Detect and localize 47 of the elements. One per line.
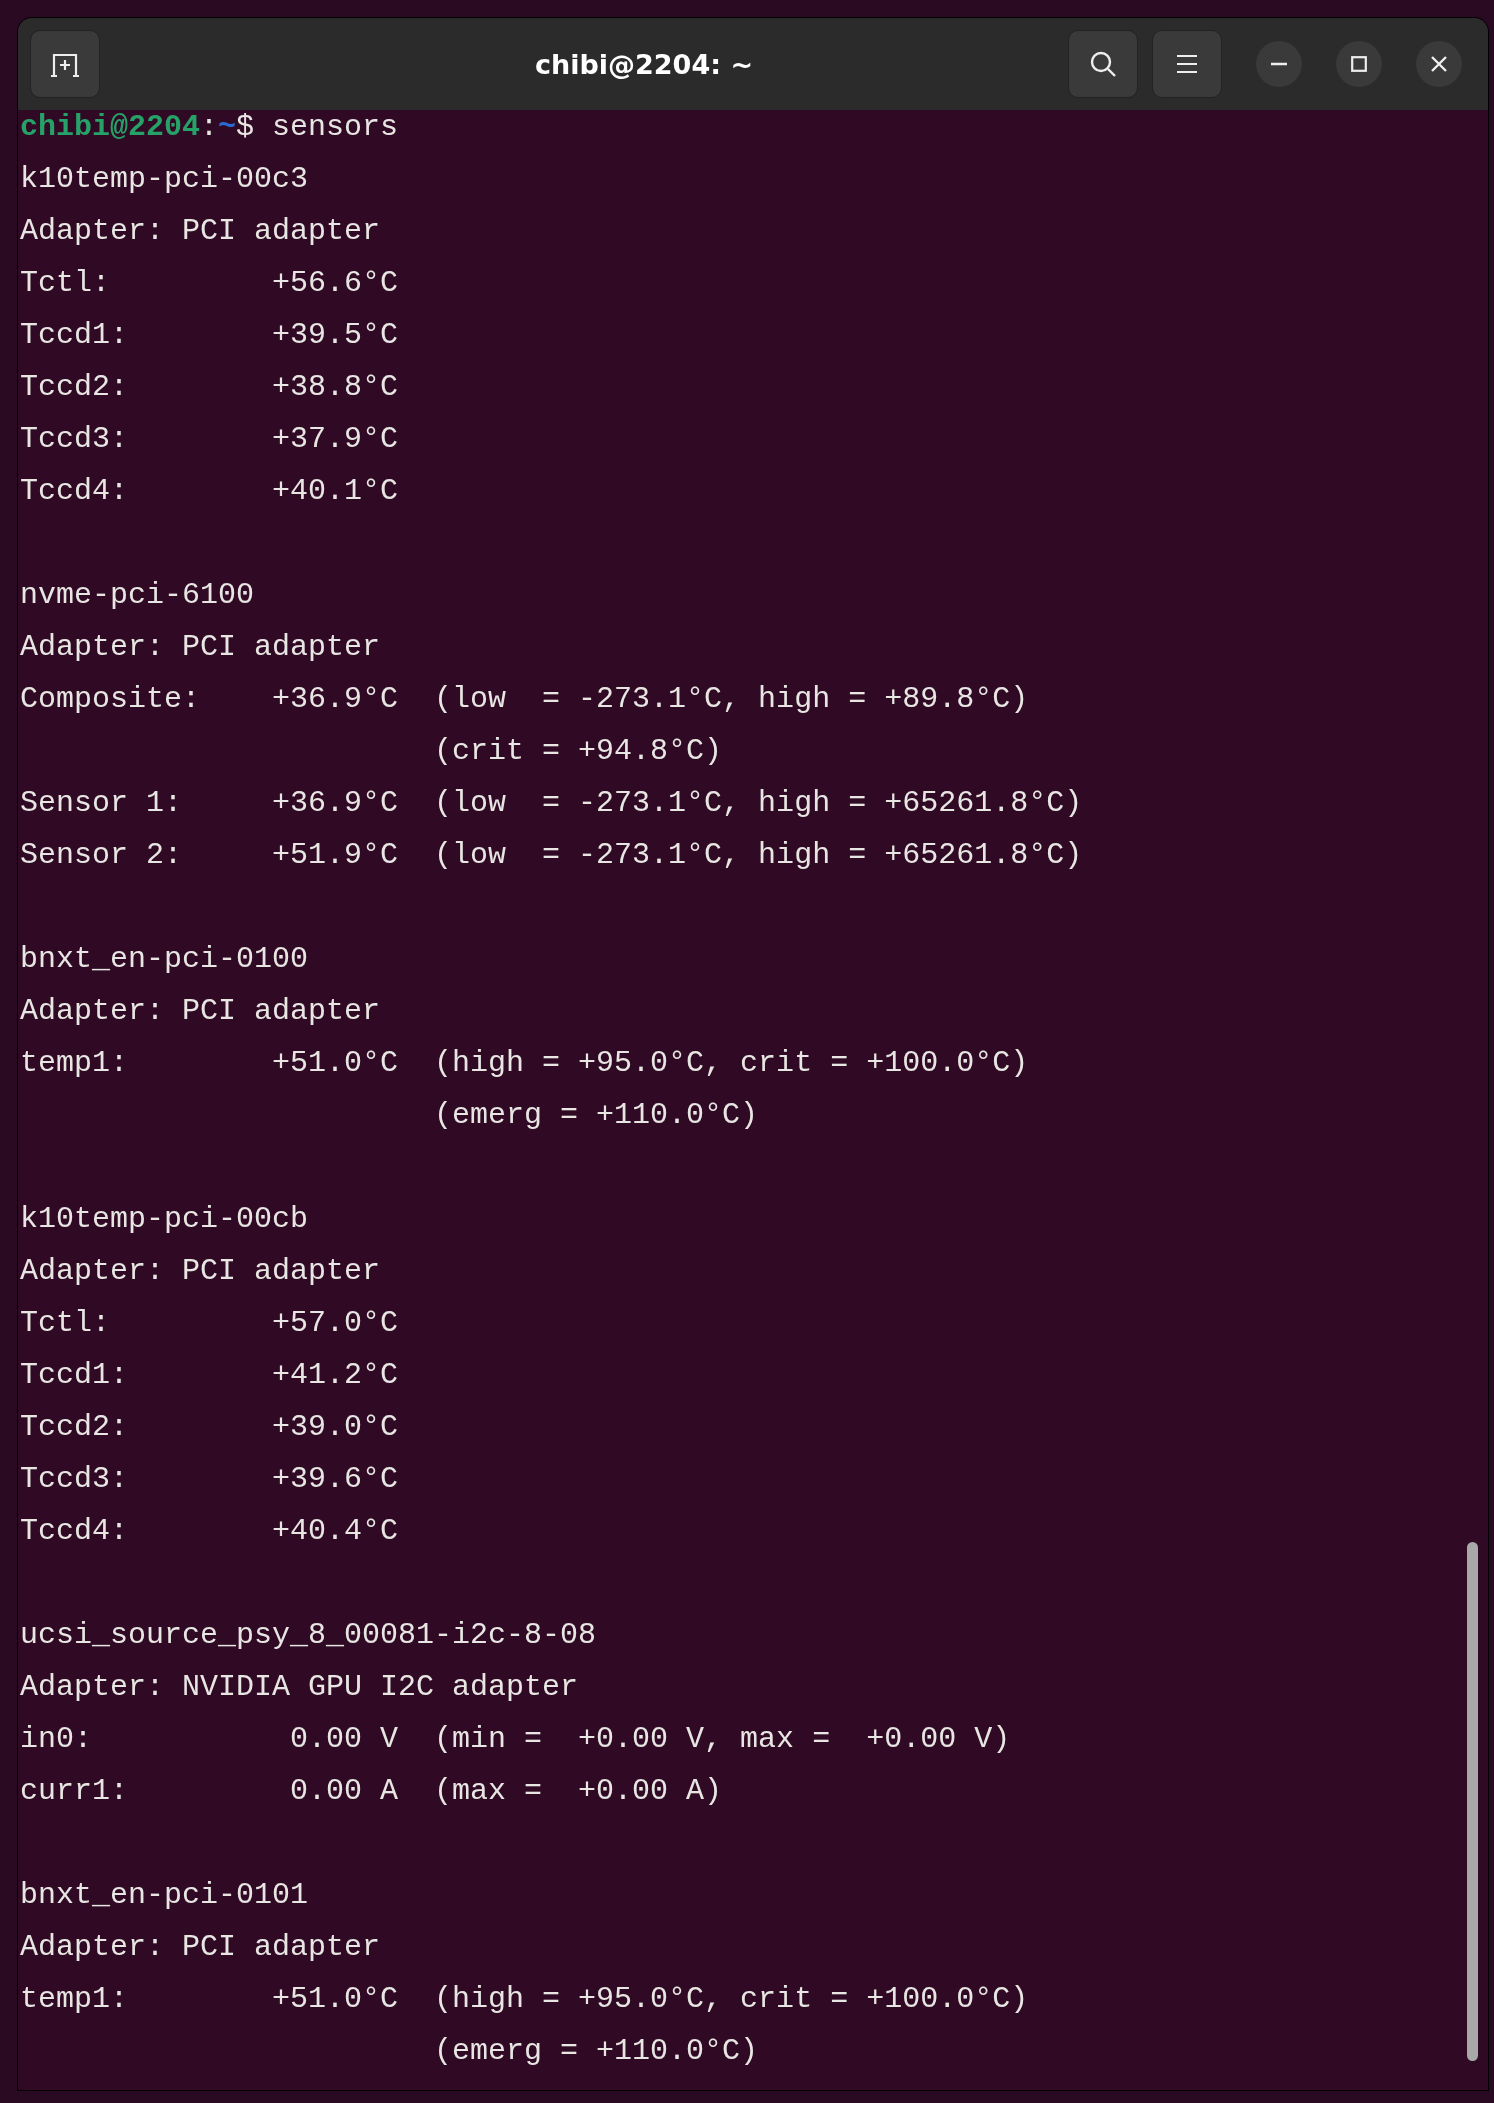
- sensor-reading: curr1: 0.00 A (max = +0.00 A): [20, 1774, 724, 1810]
- device-name: nvme-pci-6100: [20, 578, 256, 614]
- adapter-line: Adapter: PCI adapter: [20, 1930, 382, 1966]
- adapter-line: Adapter: PCI adapter: [20, 214, 382, 250]
- sensor-reading: (emerg = +110.0°C): [433, 1098, 760, 1134]
- sensor-reading: in0: 0.00 V (min = +0.00 V, max = +0.00 V): [20, 1722, 1012, 1758]
- adapter-line: Adapter: PCI adapter: [20, 994, 382, 1030]
- window-title: chibi@2204: ~: [534, 48, 754, 80]
- adapter-line: Adapter: PCI adapter: [20, 630, 382, 666]
- sensor-reading: Tccd4: +40.1°C: [20, 474, 400, 510]
- sensor-reading: Sensor 2: +51.9°C (low = -273.1°C, high = +65261.8°C): [20, 838, 1084, 874]
- adapter-line: Adapter: PCI adapter: [20, 1254, 382, 1290]
- sensor-reading: Tccd1: +39.5°C: [20, 318, 400, 354]
- close-icon: [1431, 56, 1447, 72]
- maximize-button[interactable]: [1336, 41, 1382, 87]
- sensor-reading: Tccd3: +39.6°C: [20, 1462, 400, 1498]
- device-name: bnxt_en-pci-0101: [20, 1878, 310, 1914]
- device-name: ucsi_source_psy_8_00081-i2c-8-08: [20, 1618, 598, 1654]
- sensor-reading: Composite: +36.9°C (low = -273.1°C, high = +89.8°C): [20, 682, 1030, 718]
- close-button[interactable]: [1416, 41, 1462, 87]
- sensor-reading: temp1: +51.0°C (high = +95.0°C, crit = +100.0°C): [20, 1982, 1030, 2018]
- sensor-reading: temp1: +51.0°C (high = +95.0°C, crit = +100.0°C): [20, 1046, 1030, 1082]
- device-name: k10temp-pci-00c3: [20, 162, 310, 198]
- sensor-reading: Tctl: +57.0°C: [20, 1306, 400, 1342]
- minimize-icon: [1271, 62, 1287, 66]
- menu-button[interactable]: [1152, 30, 1222, 98]
- sensor-reading: Tccd1: +41.2°C: [20, 1358, 400, 1394]
- prompt-line: chibi@2204:~$ sensors: [20, 110, 400, 146]
- adapter-line: Adapter: NVIDIA GPU I2C adapter: [20, 1670, 580, 1706]
- sensor-reading: (emerg = +110.0°C): [433, 2034, 760, 2070]
- sensor-reading: (crit = +94.8°C): [433, 734, 724, 770]
- new-tab-icon: [50, 51, 80, 77]
- menu-icon: [1175, 54, 1199, 74]
- maximize-icon: [1351, 56, 1367, 72]
- search-button[interactable]: [1068, 30, 1138, 98]
- sensor-reading: Tccd3: +37.9°C: [20, 422, 400, 458]
- search-icon: [1089, 50, 1117, 78]
- new-tab-button[interactable]: [30, 30, 100, 98]
- device-name: k10temp-pci-00cb: [20, 1202, 310, 1238]
- device-name: bnxt_en-pci-0100: [20, 942, 310, 978]
- minimize-button[interactable]: [1256, 41, 1302, 87]
- sensor-reading: Sensor 1: +36.9°C (low = -273.1°C, high = +65261.8°C): [20, 786, 1084, 822]
- sensor-reading: Tccd2: +38.8°C: [20, 370, 400, 406]
- sensor-reading: Tctl: +56.6°C: [20, 266, 400, 302]
- sensor-reading: Tccd4: +40.4°C: [20, 1514, 400, 1550]
- sensor-reading: Tccd2: +39.0°C: [20, 1410, 400, 1446]
- scrollbar-thumb[interactable]: [1467, 1542, 1478, 2061]
